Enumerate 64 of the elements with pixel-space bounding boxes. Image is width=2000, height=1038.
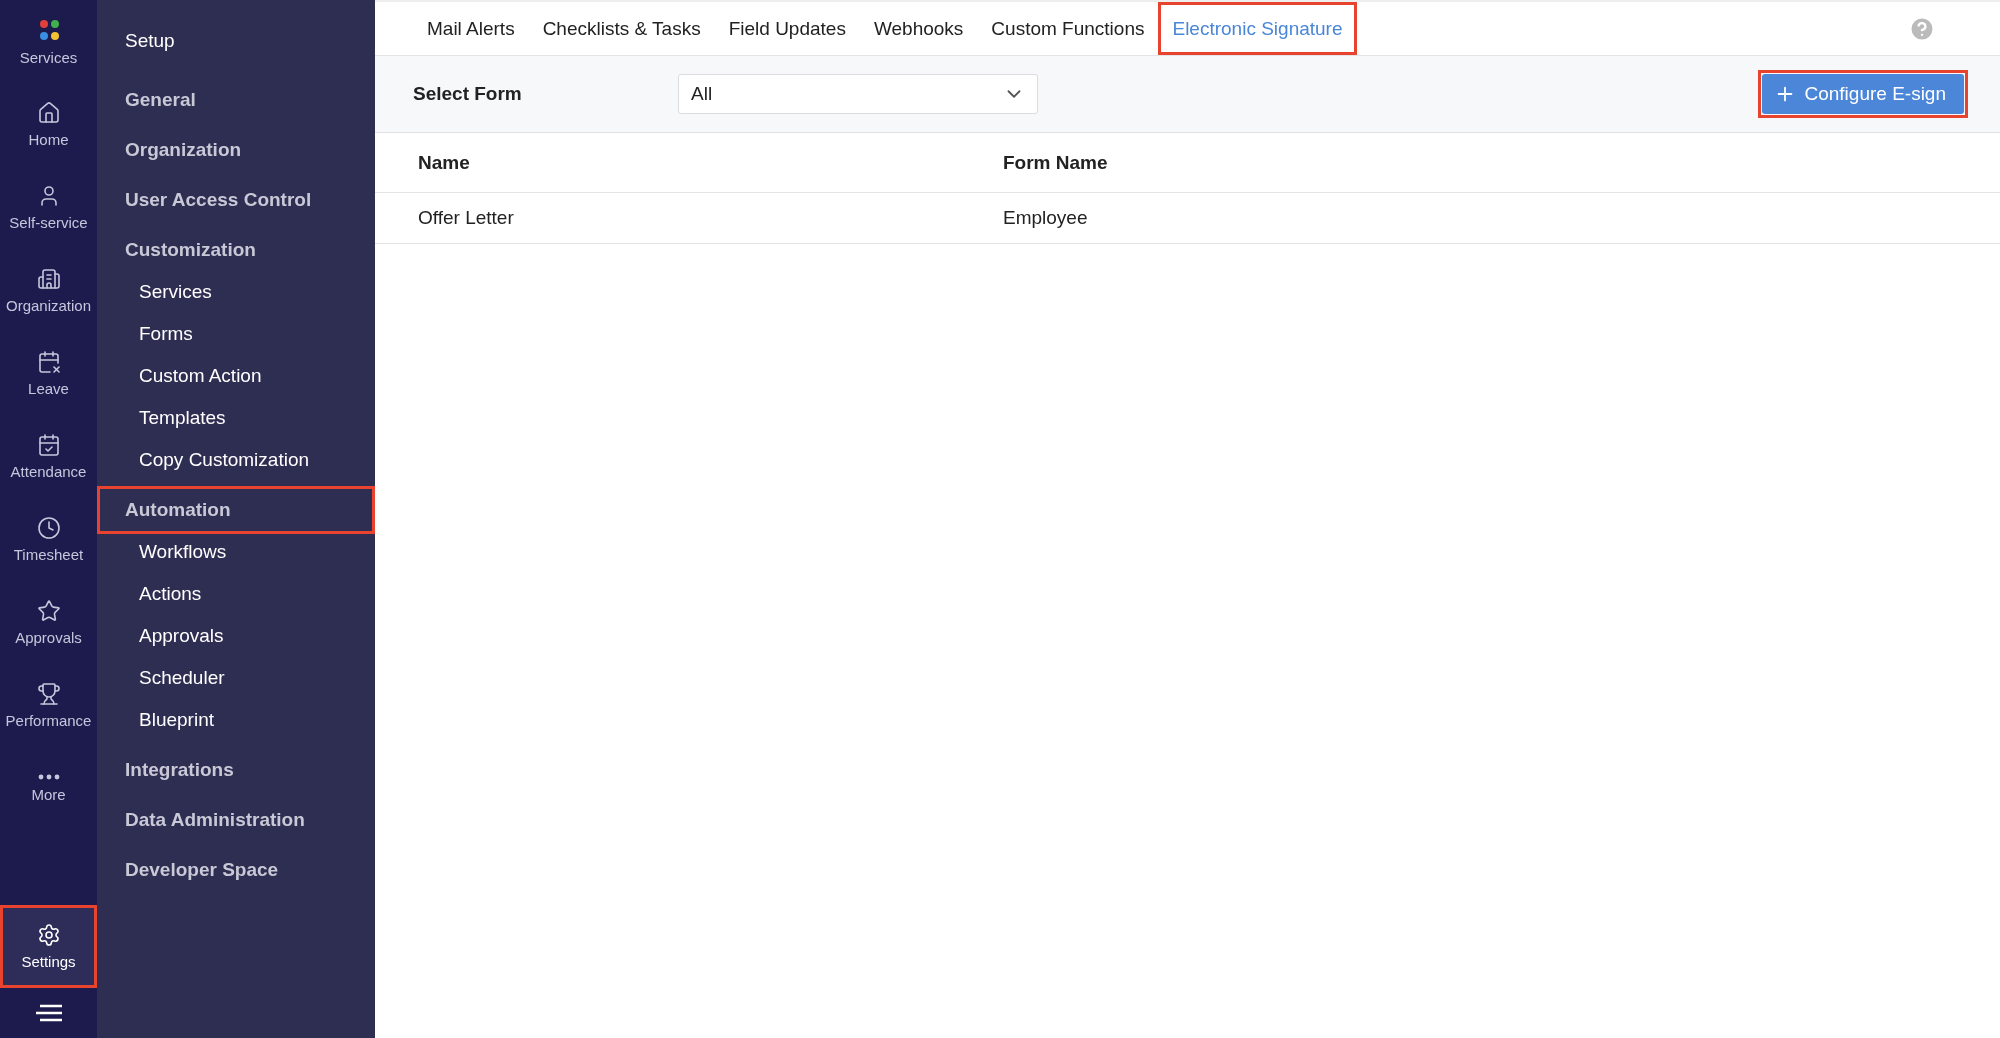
rail-item[interactable]: Home [0, 83, 97, 166]
rail-label: Performance [5, 712, 92, 729]
table-cell-text: Employee [1003, 207, 1089, 229]
rail-label: Attendance [10, 463, 87, 480]
sidebar-heading[interactable]: User Access Control [97, 176, 375, 224]
rail-label: Approvals [15, 629, 82, 646]
home-icon [36, 101, 61, 125]
sidebar-item[interactable]: Actions [97, 573, 375, 615]
sidebar-title: Setup [124, 29, 176, 53]
trophy-icon [36, 682, 61, 706]
settings-icon [36, 923, 61, 947]
menu-icon[interactable] [33, 1004, 64, 1022]
rail-item[interactable]: Self-service [0, 166, 97, 249]
rail-item[interactable]: Approvals [0, 581, 97, 664]
sidebar-item[interactable]: Services [97, 271, 375, 313]
rail-item[interactable]: More [0, 747, 97, 830]
sidebar-heading[interactable]: General [97, 76, 375, 124]
tab[interactable]: Field Updates [714, 2, 860, 55]
sidebar-item[interactable]: Approvals [97, 615, 375, 657]
calendar-check-icon [36, 433, 61, 457]
sidebar-item[interactable]: Scheduler [97, 657, 375, 699]
table-cell-text: Offer Letter [418, 207, 515, 229]
sidebar-heading[interactable]: Developer Space [97, 846, 375, 894]
clock-icon [36, 516, 61, 540]
column-header: Form Name [1003, 151, 1109, 174]
sidebar-heading[interactable]: Organization [97, 126, 375, 174]
rail-label: Home [28, 131, 69, 148]
rail-label: Organization [5, 297, 92, 314]
column-header: Name [418, 151, 471, 174]
rail-item[interactable]: Settings [0, 905, 97, 988]
sidebar-heading[interactable]: Integrations [97, 746, 375, 794]
tab[interactable]: Webhooks [859, 2, 978, 55]
sidebar-heading[interactable]: Automation [97, 486, 375, 534]
star-icon [36, 599, 61, 623]
rail-label: Services [19, 49, 78, 66]
filter-label: Select Form [413, 83, 523, 105]
tab[interactable]: Electronic Signature [1158, 2, 1357, 55]
rail-label: More [31, 786, 66, 803]
more-icon [37, 774, 60, 780]
rail-label: Self-service [9, 214, 88, 231]
rail-item[interactable]: Organization [0, 249, 97, 332]
rail-label: Timesheet [13, 546, 84, 563]
sidebar-item[interactable]: Forms [97, 313, 375, 355]
tab[interactable]: Mail Alerts [413, 2, 529, 55]
form-select[interactable]: All [678, 74, 1038, 114]
sidebar-item[interactable]: Copy Customization [97, 439, 375, 481]
rail-item[interactable]: Leave [0, 332, 97, 415]
sidebar-heading[interactable]: Customization [97, 226, 375, 274]
building-icon [36, 267, 61, 291]
sidebar-item[interactable]: Workflows [97, 531, 375, 573]
tab[interactable]: Custom Functions [977, 2, 1159, 55]
rail-item[interactable]: Attendance [0, 415, 97, 498]
sidebar-item[interactable]: Blueprint [97, 699, 375, 741]
tab[interactable]: Checklists & Tasks [528, 2, 715, 55]
rail-item[interactable]: Timesheet [0, 498, 97, 581]
sidebar-item[interactable]: Custom Action [97, 355, 375, 397]
rail-item[interactable]: Services [0, 0, 97, 83]
sidebar-item[interactable]: Templates [97, 397, 375, 439]
calendar-icon [36, 350, 61, 374]
configure-button[interactable]: Configure E-sign [1762, 74, 1964, 114]
rail-item[interactable]: Performance [0, 664, 97, 747]
rail-label: Settings [21, 953, 76, 970]
rail-label: Leave [28, 380, 69, 397]
sidebar-heading[interactable]: Data Administration [97, 796, 375, 844]
